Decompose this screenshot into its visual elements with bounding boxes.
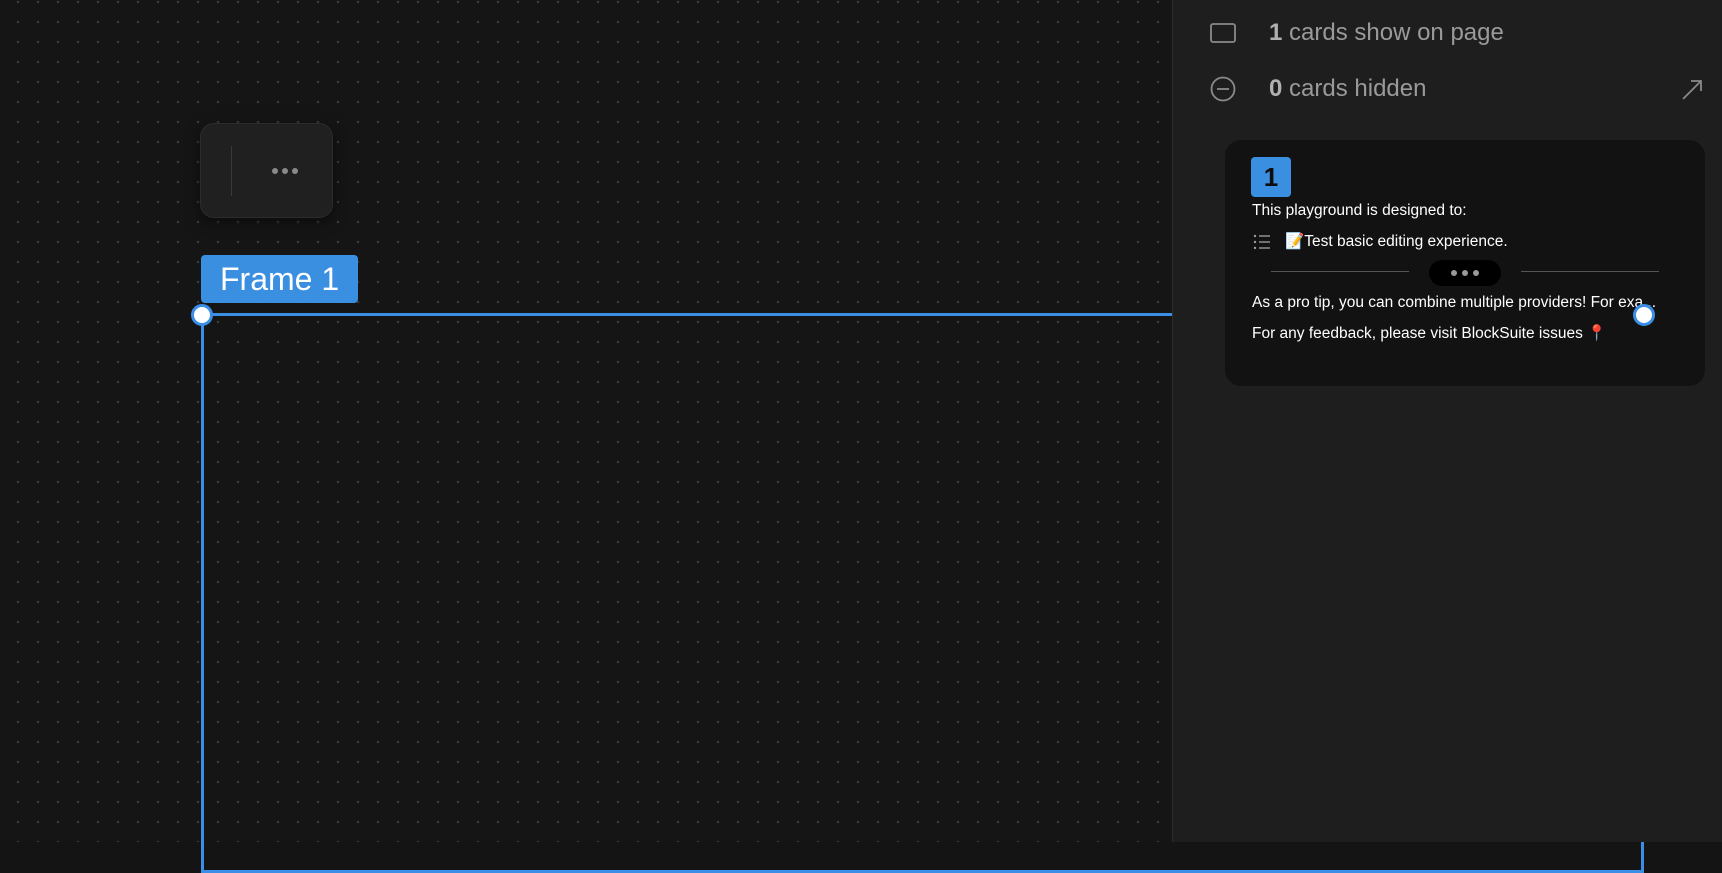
element-toolbar (200, 123, 333, 218)
card-divider-left (1271, 271, 1409, 272)
note-card[interactable]: 1 This playground is designed to: 📝Test … (1225, 140, 1705, 386)
card-more-icon[interactable] (1429, 260, 1501, 286)
card-text-line: As a pro tip, you can combine multiple p… (1252, 294, 1657, 311)
card-text-line: For any feedback, please visit BlockSuit… (1252, 325, 1607, 342)
card-divider-right (1521, 271, 1659, 272)
cards-hidden-label: cards hidden (1282, 75, 1427, 102)
expand-icon[interactable] (1680, 78, 1704, 102)
more-icon[interactable] (265, 158, 305, 184)
edgeless-canvas[interactable]: Frame 1 (0, 0, 1644, 873)
frame-handle-top-left-icon[interactable] (191, 304, 213, 326)
cards-shown-label: cards show on page (1282, 19, 1504, 46)
list-icon (1253, 234, 1270, 250)
cards-hidden-text: 0 cards hidden (1269, 75, 1426, 103)
card-hidden-icon (1210, 76, 1236, 102)
cards-hidden-count: 0 (1269, 75, 1283, 102)
card-text-line: This playground is designed to: (1252, 202, 1467, 219)
cards-shown-row: 1 cards show on page (1173, 10, 1722, 56)
card-show-icon (1210, 23, 1236, 43)
card-list-item: 📝Test basic editing experience. (1285, 233, 1508, 250)
frame-handle-top-right-icon[interactable] (1633, 304, 1655, 326)
toolbar-divider (231, 146, 232, 196)
frame-title[interactable]: Frame 1 (201, 255, 359, 303)
cards-hidden-row: 0 cards hidden (1173, 66, 1722, 112)
card-number-badge: 1 (1251, 157, 1291, 197)
frame-panel: 1 cards show on page 0 cards hidden (1172, 0, 1722, 842)
cards-shown-text: 1 cards show on page (1269, 19, 1504, 47)
cards-shown-count: 1 (1269, 19, 1283, 46)
